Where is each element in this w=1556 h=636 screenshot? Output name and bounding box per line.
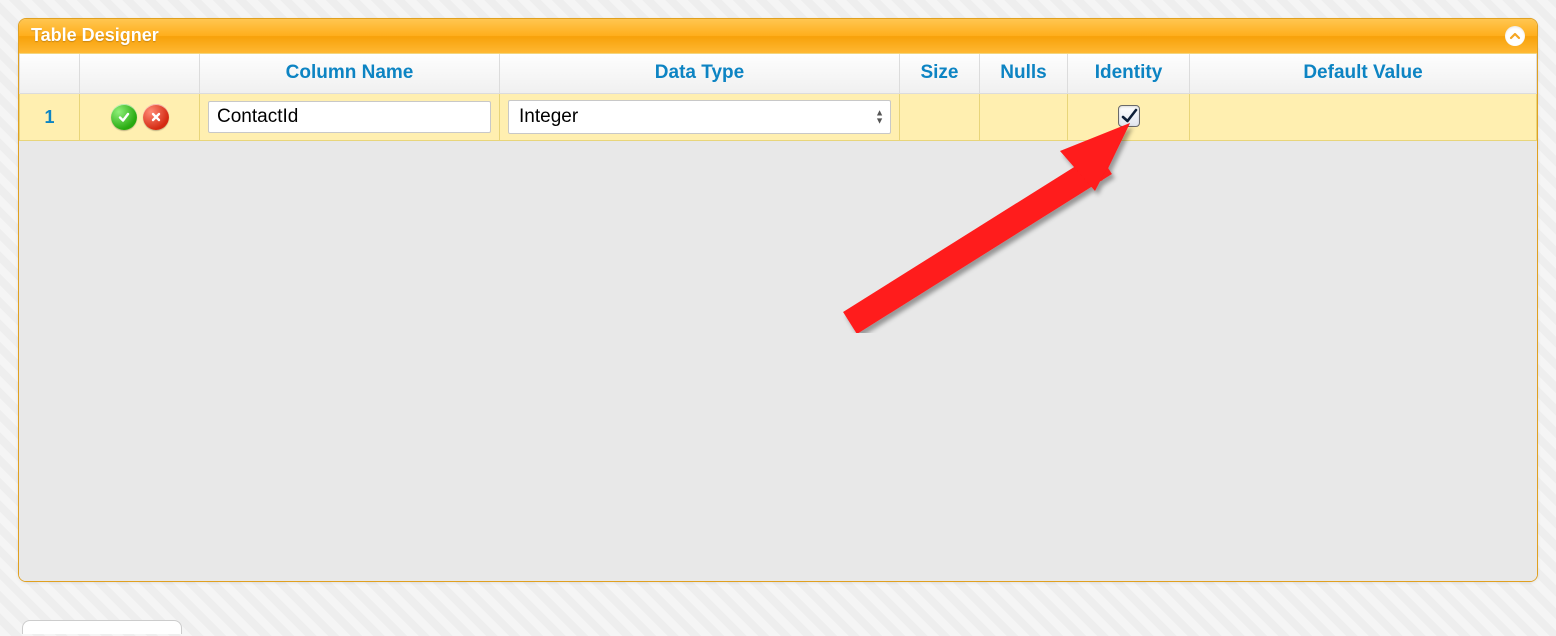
data-type-cell: Integer ▲▼ (500, 94, 900, 141)
size-cell[interactable] (900, 94, 980, 141)
check-icon (1120, 107, 1138, 125)
header-rownum (20, 54, 80, 94)
panel-title: Table Designer (31, 25, 159, 46)
select-stepper-icon: ▲▼ (875, 110, 884, 125)
column-name-input[interactable] (208, 101, 491, 133)
header-identity: Identity (1068, 54, 1190, 94)
x-icon (149, 110, 163, 124)
header-nulls: Nulls (980, 54, 1068, 94)
checkmark-icon (117, 110, 131, 124)
data-type-select[interactable]: Integer ▲▼ (508, 100, 891, 134)
collapse-button[interactable] (1505, 26, 1525, 46)
cancel-button[interactable] (143, 104, 169, 130)
table-designer-panel: Table Designer Column Name Data Type Siz… (18, 18, 1538, 582)
nulls-cell[interactable] (980, 94, 1068, 141)
header-default-value: Default Value (1190, 54, 1537, 94)
confirm-button[interactable] (111, 104, 137, 130)
empty-area (19, 141, 1537, 581)
row-number: 1 (44, 107, 54, 127)
identity-checkbox[interactable] (1118, 105, 1140, 127)
header-column-name: Column Name (200, 54, 500, 94)
header-actions (80, 54, 200, 94)
chevron-up-icon (1509, 30, 1521, 42)
identity-cell (1068, 94, 1190, 141)
footer-button[interactable] (22, 620, 182, 634)
header-size: Size (900, 54, 980, 94)
table-row: 1 (20, 94, 1537, 141)
design-grid: Column Name Data Type Size Nulls Identit… (19, 53, 1537, 581)
header-data-type: Data Type (500, 54, 900, 94)
row-number-cell: 1 (20, 94, 80, 141)
column-name-cell (200, 94, 500, 141)
default-value-cell[interactable] (1190, 94, 1537, 141)
row-actions-cell (80, 94, 200, 141)
panel-header: Table Designer (19, 19, 1537, 53)
data-type-value: Integer (519, 106, 578, 128)
